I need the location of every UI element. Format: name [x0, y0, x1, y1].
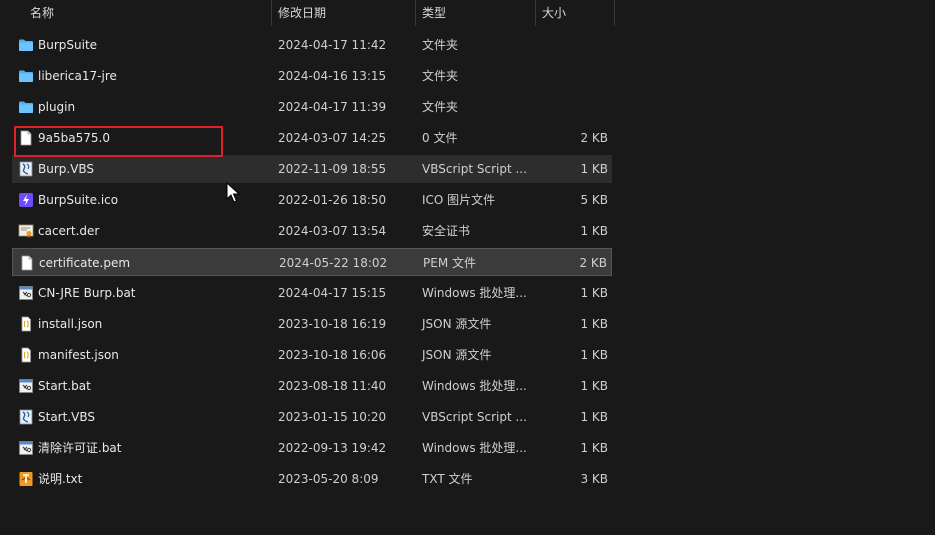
file-type: JSON 源文件: [422, 317, 492, 331]
column-divider[interactable]: [535, 0, 536, 26]
file-type: JSON 源文件: [422, 348, 492, 362]
file-type: 文件夹: [422, 38, 459, 52]
file-type: VBScript Script ...: [422, 162, 527, 176]
file-modified-date: 2022-01-26 18:50: [278, 193, 387, 207]
file-row[interactable]: liberica17-jre 2024-04-16 13:15 文件夹: [12, 62, 612, 90]
file-row[interactable]: install.json 2023-10-18 16:19 JSON 源文件 1 KB: [12, 310, 612, 338]
file-name: install.json: [38, 317, 103, 331]
file-type: PEM 文件: [423, 256, 476, 270]
file-modified-date: 2023-01-15 10:20: [278, 410, 387, 424]
file-name: Start.bat: [38, 379, 91, 393]
file-type: Windows 批处理...: [422, 379, 527, 393]
file-name: cacert.der: [38, 224, 100, 238]
json-file-icon: [18, 347, 34, 363]
file-size: 5 KB: [580, 193, 608, 207]
column-header-size[interactable]: 大小: [542, 0, 566, 26]
folder-icon: [18, 37, 34, 53]
file-modified-date: 2023-08-18 11:40: [278, 379, 387, 393]
file-modified-date: 2024-04-17 11:42: [278, 38, 387, 52]
file-size: 1 KB: [580, 410, 608, 424]
file-type: 文件夹: [422, 100, 459, 114]
file-size: 2 KB: [579, 256, 607, 270]
file-row[interactable]: plugin 2024-04-17 11:39 文件夹: [12, 93, 612, 121]
file-type: 0 文件: [422, 131, 458, 145]
file-row[interactable]: BurpSuite 2024-04-17 11:42 文件夹: [12, 31, 612, 59]
file-name: plugin: [38, 100, 76, 114]
certificate-file-icon: [18, 223, 34, 239]
column-divider[interactable]: [614, 0, 615, 26]
file-size: 1 KB: [580, 224, 608, 238]
file-type: Windows 批处理...: [422, 286, 527, 300]
sort-ascending-icon: ^: [142, 0, 150, 5]
file-type: ICO 图片文件: [422, 193, 496, 207]
file-row[interactable]: 清除许可证.bat 2022-09-13 19:42 Windows 批处理... 1…: [12, 434, 612, 462]
file-type: TXT 文件: [422, 472, 473, 486]
batch-file-icon: [18, 378, 34, 394]
column-divider[interactable]: [415, 0, 416, 26]
batch-file-icon: [18, 285, 34, 301]
batch-file-icon: [18, 440, 34, 456]
file-row[interactable]: certificate.pem 2024-05-22 18:02 PEM 文件 2 K…: [12, 248, 612, 276]
file-modified-date: 2022-11-09 18:55: [278, 162, 387, 176]
file-name: BurpSuite: [38, 38, 98, 52]
file-row[interactable]: CN-JRE Burp.bat 2024-04-17 15:15 Windows 批…: [12, 279, 612, 307]
file-name: 说明.txt: [38, 472, 83, 486]
file-size: 1 KB: [580, 286, 608, 300]
column-header-bar: 名称 ^ 修改日期 类型 大小: [0, 0, 935, 26]
file-row[interactable]: 说明.txt 2023-05-20 8:09 TXT 文件 3 KB: [12, 465, 612, 493]
file-row[interactable]: Burp.VBS 2022-11-09 18:55 VBScript Script …: [12, 155, 612, 183]
file-name: Start.VBS: [38, 410, 95, 424]
file-row[interactable]: Start.VBS 2023-01-15 10:20 VBScript Script…: [12, 403, 612, 431]
file-size: 1 KB: [580, 379, 608, 393]
column-header-type[interactable]: 类型: [422, 0, 446, 26]
text-file-icon: [18, 471, 34, 487]
file-size: 1 KB: [580, 162, 608, 176]
file-modified-date: 2024-04-17 15:15: [278, 286, 387, 300]
file-modified-date: 2022-09-13 19:42: [278, 441, 387, 455]
file-modified-date: 2023-05-20 8:09: [278, 472, 379, 486]
file-modified-date: 2024-03-07 13:54: [278, 224, 387, 238]
file-name: manifest.json: [38, 348, 119, 362]
file-modified-date: 2024-05-22 18:02: [279, 256, 388, 270]
json-file-icon: [18, 316, 34, 332]
file-modified-date: 2023-10-18 16:06: [278, 348, 387, 362]
file-size: 2 KB: [580, 131, 608, 145]
vbscript-file-icon: [18, 161, 34, 177]
file-name: CN-JRE Burp.bat: [38, 286, 136, 300]
file-modified-date: 2023-10-18 16:19: [278, 317, 387, 331]
file-row[interactable]: BurpSuite.ico 2022-01-26 18:50 ICO 图片文件 5 K…: [12, 186, 612, 214]
file-type: 安全证书: [422, 224, 471, 238]
folder-icon: [18, 68, 34, 84]
file-name: certificate.pem: [39, 256, 131, 270]
burp-ico-file-icon: [18, 192, 34, 208]
file-row[interactable]: Start.bat 2023-08-18 11:40 Windows 批处理... 1…: [12, 372, 612, 400]
mouse-cursor-icon: [226, 182, 240, 203]
file-name: Burp.VBS: [38, 162, 95, 176]
file-size: 1 KB: [580, 441, 608, 455]
column-header-date[interactable]: 修改日期: [278, 0, 326, 26]
file-name: liberica17-jre: [38, 69, 117, 83]
column-divider[interactable]: [271, 0, 272, 26]
file-row[interactable]: cacert.der 2024-03-07 13:54 安全证书 1 KB: [12, 217, 612, 245]
file-size: 1 KB: [580, 317, 608, 331]
file-name: 清除许可证.bat: [38, 441, 122, 455]
file-modified-date: 2024-03-07 14:25: [278, 131, 387, 145]
column-header-name[interactable]: 名称: [30, 0, 54, 26]
file-type: 文件夹: [422, 69, 459, 83]
file-name: BurpSuite.ico: [38, 193, 119, 207]
file-size: 3 KB: [580, 472, 608, 486]
folder-icon: [18, 99, 34, 115]
vbscript-file-icon: [18, 409, 34, 425]
file-row[interactable]: manifest.json 2023-10-18 16:06 JSON 源文件 1 K…: [12, 341, 612, 369]
file-size: 1 KB: [580, 348, 608, 362]
file-modified-date: 2024-04-17 11:39: [278, 100, 387, 114]
file-type: VBScript Script ...: [422, 410, 527, 424]
blank-file-icon: [19, 255, 35, 271]
file-type: Windows 批处理...: [422, 441, 527, 455]
file-modified-date: 2024-04-16 13:15: [278, 69, 387, 83]
annotation-box: [14, 126, 223, 157]
